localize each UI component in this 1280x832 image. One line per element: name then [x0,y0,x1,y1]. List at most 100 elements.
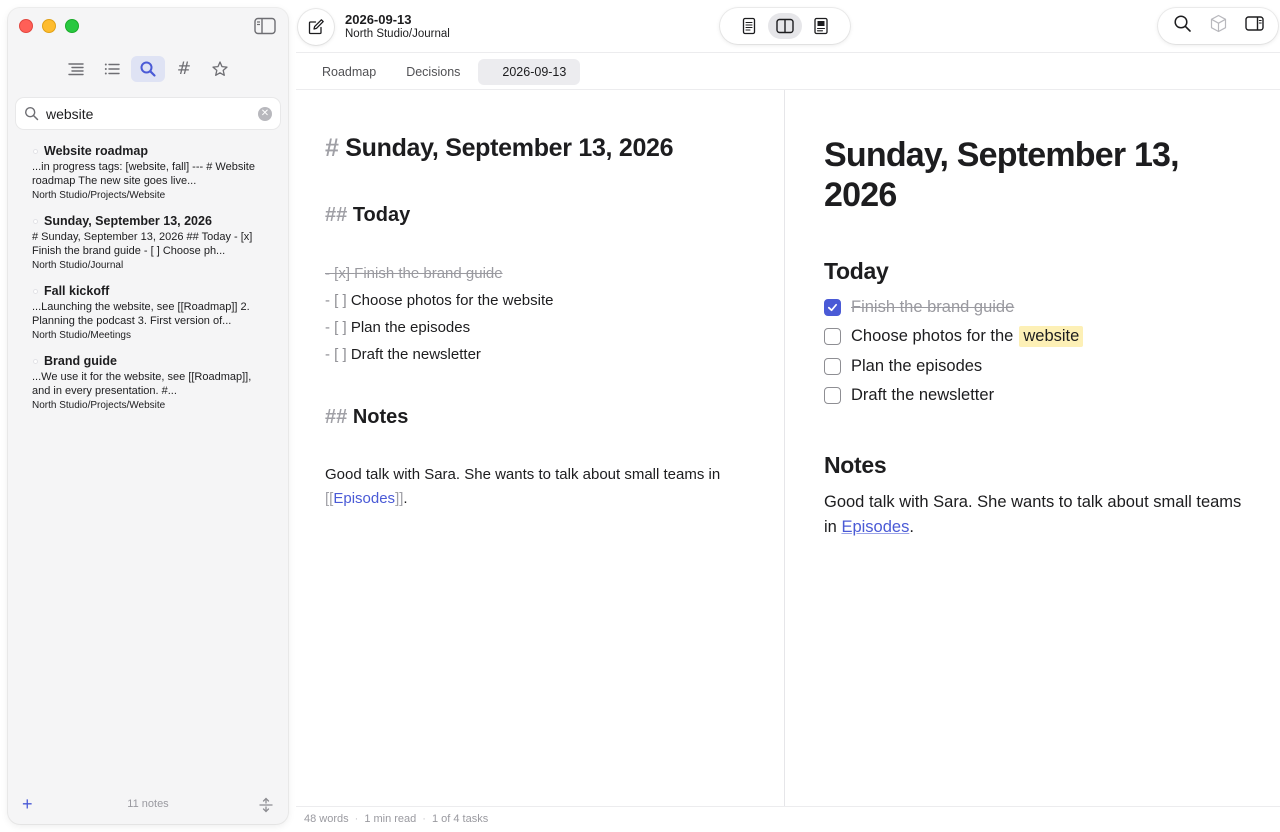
source-task: - [ ] Draft the newsletter [325,341,758,368]
inspector-toggle-button[interactable] [1244,14,1264,38]
preview-task: Plan the episodes [824,352,982,381]
wikilink[interactable]: Episodes [333,490,395,507]
inspector-icon [1244,16,1264,31]
task-marker: - [ ] [325,292,347,309]
search-icon [140,61,156,77]
cube-icon [1210,14,1226,33]
task-marker: - [ ] [325,319,347,336]
document-title: 2026-09-13 [345,12,412,27]
tab-list[interactable] [95,56,129,82]
toolbar: 2026-09-13 North Studio/Journal [296,0,1280,52]
tab-favorites[interactable] [203,56,237,82]
sidebar-footer: + 11 notes [8,794,288,814]
hash-icon: # [176,59,192,79]
window-controls [19,19,79,33]
split-view-button[interactable] [768,13,802,39]
preview-task: Choose photos for the website [824,322,1084,351]
search-icon [1173,15,1191,32]
source-task: - [x] Finish the brand guide [325,260,758,287]
heading-marker: ## [325,204,348,226]
source-task: - [ ] Choose photos for the website [325,287,758,314]
task-text: Finish the brand guide [851,298,1015,316]
list-item[interactable]: Sunday, September 13, 2026 # Sunday, Sep… [8,213,288,283]
list-item[interactable]: Website roadmap ...in progress tags: [we… [8,143,288,213]
note-count: 11 notes [127,798,169,810]
paragraph-end: . [909,518,914,536]
episodes-link[interactable]: Episodes [841,518,909,536]
word-count: 48 words [304,813,349,825]
task-count: 1 of 4 tasks [431,813,489,825]
heading-marker: # [325,134,339,162]
new-note-button[interactable] [298,9,334,45]
task-text: Choose photos for the [851,327,1014,345]
source-task-list: - [x] Finish the brand guide - [ ] Choos… [325,260,758,368]
source-heading-today: ## Today [325,204,758,227]
markdown-editor[interactable]: # Sunday, September 13, 2026 ## Today - … [296,90,784,806]
search-input[interactable] [46,105,258,122]
editor-only-button[interactable] [732,13,766,39]
sort-icon[interactable] [258,797,274,813]
result-snippet: ...in progress tags: [website, fall] ---… [32,161,255,187]
document-path: North Studio/Journal [345,28,450,40]
result-path: North Studio/Journal [32,260,124,271]
checkbox[interactable] [824,358,841,375]
checkbox[interactable] [824,387,841,404]
note-dot-icon [33,289,38,294]
preview-task: Draft the newsletter [824,381,994,410]
result-snippet: ...Launching the website, see [[Roadmap]… [32,301,250,327]
heading-marker: ## [325,406,348,428]
search-box: ✕ [16,98,280,129]
result-snippet: ...We use it for the website, see [[Road… [32,371,252,397]
task-text: Plan the episodes [851,357,983,375]
right-tools [1158,8,1278,44]
tab-roadmap[interactable]: Roadmap [310,59,388,85]
heading-text: Sunday, September 13, 2026 [345,134,674,162]
search-results: Website roadmap ...in progress tags: [we… [8,143,288,423]
tab-decisions[interactable]: Decisions [394,59,472,85]
note-dot-icon [33,149,38,154]
result-path: North Studio/Projects/Website [32,400,166,411]
search-highlight: website [1019,326,1084,347]
task-text: Finish the brand guide [354,265,503,282]
note-dot-icon [33,359,38,364]
tab-search[interactable] [131,56,165,82]
list-item[interactable]: Brand guide ...We use it for the website… [8,353,288,423]
tab-2026-09-13[interactable]: 2026-09-13 [478,59,581,85]
preview-only-button[interactable] [804,13,838,39]
result-path: North Studio/Projects/Website [32,190,166,201]
clear-search-icon[interactable]: ✕ [258,106,272,121]
task-text: Choose photos for the website [350,292,554,309]
result-title: Brand guide [44,354,117,368]
source-heading-notes: ## Notes [325,406,758,429]
task-marker: - [x] [325,265,350,282]
checkbox-checked[interactable] [824,299,841,316]
result-title: Fall kickoff [44,284,110,298]
preview-icon [814,17,828,35]
close-window-button[interactable] [19,19,33,33]
separator: · [422,813,426,825]
search-button[interactable] [1173,14,1192,38]
result-title: Website roadmap [44,144,148,158]
list-item[interactable]: Fall kickoff ...Launching the website, s… [8,283,288,353]
tab-tags[interactable]: # [167,56,201,82]
sidebar-toggle-icon[interactable] [254,17,276,35]
status-bar: 48 words · 1 min read · 1 of 4 tasks [296,806,1280,832]
graph-view-button[interactable] [1209,14,1228,38]
read-time: 1 min read [364,813,417,825]
minimize-window-button[interactable] [42,19,56,33]
preview-task: Finish the brand guide [824,293,1014,322]
split-view-icon [776,18,794,34]
star-icon [212,61,228,76]
preview-paragraph: Good talk with Sara. She wants to talk a… [824,490,1242,540]
document-tabs: Roadmap Decisions 2026-09-13 [296,52,1280,90]
result-title: Sunday, September 13, 2026 [44,214,212,228]
source-heading-1: # Sunday, September 13, 2026 [325,134,758,163]
heading-text: Notes [352,406,409,428]
maximize-window-button[interactable] [65,19,79,33]
tab-outline[interactable] [59,56,93,82]
outline-icon [68,63,84,76]
compose-icon [308,19,324,35]
preview-heading-notes: Notes [824,452,887,478]
checkbox[interactable] [824,328,841,345]
sidebar: # ✕ Website roadmap ...in progress tags:… [8,8,288,824]
